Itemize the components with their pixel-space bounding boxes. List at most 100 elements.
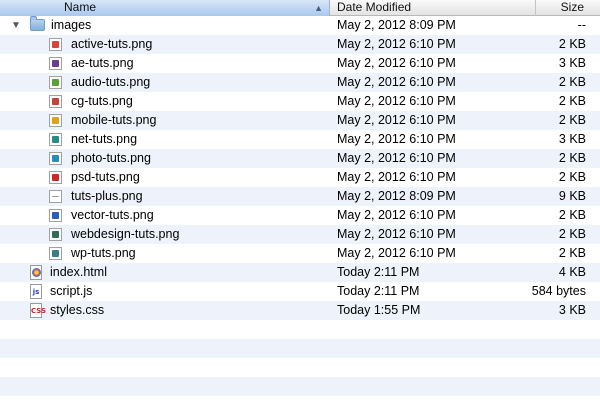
file-date: Today 2:11 PM [337, 284, 420, 298]
file-name: photo-tuts.png [71, 151, 151, 165]
column-header-date-label: Date Modified [337, 0, 412, 14]
file-name: ae-tuts.png [71, 56, 134, 70]
file-date: May 2, 2012 6:10 PM [337, 132, 456, 146]
file-row[interactable]: photo-tuts.png May 2, 2012 6:10 PM 2 KB [0, 149, 600, 168]
file-date: Today 2:11 PM [337, 265, 420, 279]
file-name: active-tuts.png [71, 37, 153, 51]
file-size: 2 KB [558, 246, 586, 260]
column-header-size-label: Size [560, 0, 584, 14]
empty-row [0, 339, 600, 358]
file-row[interactable]: webdesign-tuts.png May 2, 2012 6:10 PM 2 K… [0, 225, 600, 244]
column-header-date-modified[interactable]: Date Modified [331, 0, 536, 16]
png-file-icon [49, 76, 62, 89]
thumbnail-swatch [52, 98, 59, 105]
css-file-icon: CSS [30, 303, 46, 318]
folder-size: -- [577, 18, 586, 32]
file-date: May 2, 2012 6:10 PM [337, 246, 456, 260]
file-name: styles.css [50, 303, 105, 317]
file-row[interactable]: index.html Today 2:11 PM 4 KB [0, 263, 600, 282]
file-row[interactable]: tuts-plus.png May 2, 2012 8:09 PM 9 KB [0, 187, 600, 206]
file-row[interactable]: js script.js Today 2:11 PM 584 bytes [0, 282, 600, 301]
thumbnail-swatch [52, 196, 59, 197]
file-size: 2 KB [558, 227, 586, 241]
empty-row [0, 320, 600, 339]
png-file-icon [49, 114, 62, 127]
column-header-name[interactable]: Name ▲ [0, 0, 330, 16]
file-size: 2 KB [558, 170, 586, 184]
file-row[interactable]: vector-tuts.png May 2, 2012 6:10 PM 2 KB [0, 206, 600, 225]
file-name: audio-tuts.png [71, 75, 151, 89]
file-name: tuts-plus.png [71, 189, 143, 203]
file-size: 2 KB [558, 75, 586, 89]
file-row[interactable]: mobile-tuts.png May 2, 2012 6:10 PM 2 KB [0, 111, 600, 130]
thumbnail-swatch [52, 60, 59, 67]
file-size: 4 KB [558, 265, 586, 279]
file-size: 3 KB [558, 303, 586, 317]
js-file-icon: js [30, 284, 42, 299]
file-date: May 2, 2012 6:10 PM [337, 56, 456, 70]
file-size: 2 KB [558, 37, 586, 51]
finder-list-view: Name ▲ Date Modified Size ▼ images May 2… [0, 0, 600, 400]
file-row[interactable]: net-tuts.png May 2, 2012 6:10 PM 3 KB [0, 130, 600, 149]
file-size: 3 KB [558, 132, 586, 146]
file-date: May 2, 2012 6:10 PM [337, 75, 456, 89]
file-name: cg-tuts.png [71, 94, 133, 108]
thumbnail-swatch [52, 174, 59, 181]
png-file-icon [49, 247, 62, 260]
file-list: ▼ images May 2, 2012 8:09 PM -- active-t… [0, 16, 600, 396]
file-date: May 2, 2012 6:10 PM [337, 170, 456, 184]
file-name: index.html [50, 265, 107, 279]
file-row[interactable]: psd-tuts.png May 2, 2012 6:10 PM 2 KB [0, 168, 600, 187]
png-file-icon [49, 209, 62, 222]
empty-row [0, 377, 600, 396]
png-file-icon [49, 133, 62, 146]
file-name: webdesign-tuts.png [71, 227, 180, 241]
file-date: May 2, 2012 8:09 PM [337, 189, 456, 203]
folder-date: May 2, 2012 8:09 PM [337, 18, 456, 32]
file-size: 2 KB [558, 151, 586, 165]
file-date: May 2, 2012 6:10 PM [337, 37, 456, 51]
file-row[interactable]: CSS styles.css Today 1:55 PM 3 KB [0, 301, 600, 320]
file-row[interactable]: audio-tuts.png May 2, 2012 6:10 PM 2 KB [0, 73, 600, 92]
file-size: 2 KB [558, 94, 586, 108]
thumbnail-swatch [52, 79, 59, 86]
file-size: 2 KB [558, 113, 586, 127]
disclosure-triangle-icon[interactable]: ▼ [11, 16, 21, 35]
empty-row [0, 358, 600, 377]
file-name: psd-tuts.png [71, 170, 140, 184]
thumbnail-swatch [52, 41, 59, 48]
png-file-icon [49, 152, 62, 165]
thumbnail-swatch [52, 250, 59, 257]
file-name: mobile-tuts.png [71, 113, 157, 127]
png-file-icon [49, 95, 62, 108]
file-row[interactable]: cg-tuts.png May 2, 2012 6:10 PM 2 KB [0, 92, 600, 111]
file-date: May 2, 2012 6:10 PM [337, 227, 456, 241]
folder-icon [30, 16, 45, 31]
file-row[interactable]: wp-tuts.png May 2, 2012 6:10 PM 2 KB [0, 244, 600, 263]
file-size: 2 KB [558, 208, 586, 222]
file-date: May 2, 2012 6:10 PM [337, 94, 456, 108]
png-file-icon [49, 38, 62, 51]
thumbnail-swatch [52, 136, 59, 143]
sort-ascending-icon: ▲ [314, 3, 323, 13]
file-name: wp-tuts.png [71, 246, 136, 260]
file-size: 584 bytes [531, 284, 586, 298]
folder-row-images[interactable]: ▼ images May 2, 2012 8:09 PM -- [0, 16, 600, 35]
file-size: 3 KB [558, 56, 586, 70]
file-date: May 2, 2012 6:10 PM [337, 113, 456, 127]
column-header-bar: Name ▲ Date Modified Size [0, 0, 600, 16]
file-row[interactable]: active-tuts.png May 2, 2012 6:10 PM 2 KB [0, 35, 600, 54]
column-header-name-label: Name [64, 0, 97, 14]
png-file-icon [49, 171, 62, 184]
thumbnail-swatch [52, 117, 59, 124]
file-name: net-tuts.png [71, 132, 138, 146]
file-date: May 2, 2012 6:10 PM [337, 151, 456, 165]
column-header-size[interactable]: Size [537, 0, 600, 16]
file-size: 9 KB [558, 189, 586, 203]
png-file-icon [49, 57, 62, 70]
png-file-icon [49, 190, 62, 203]
file-row[interactable]: ae-tuts.png May 2, 2012 6:10 PM 3 KB [0, 54, 600, 73]
thumbnail-swatch [52, 212, 59, 219]
file-date: May 2, 2012 6:10 PM [337, 208, 456, 222]
file-name: script.js [50, 284, 93, 298]
